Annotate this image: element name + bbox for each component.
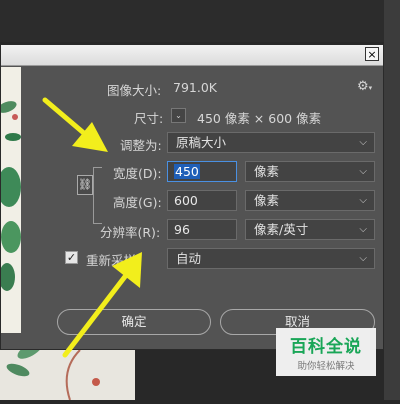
arrow-to-resolution [62, 252, 142, 358]
watermark-subtitle: 助你轻松解决 [297, 361, 355, 372]
watermark-title: 百科全说 [290, 337, 362, 357]
watermark-badge: 百科全说 助你轻松解决 [276, 328, 376, 376]
arrow-to-width [42, 97, 108, 152]
